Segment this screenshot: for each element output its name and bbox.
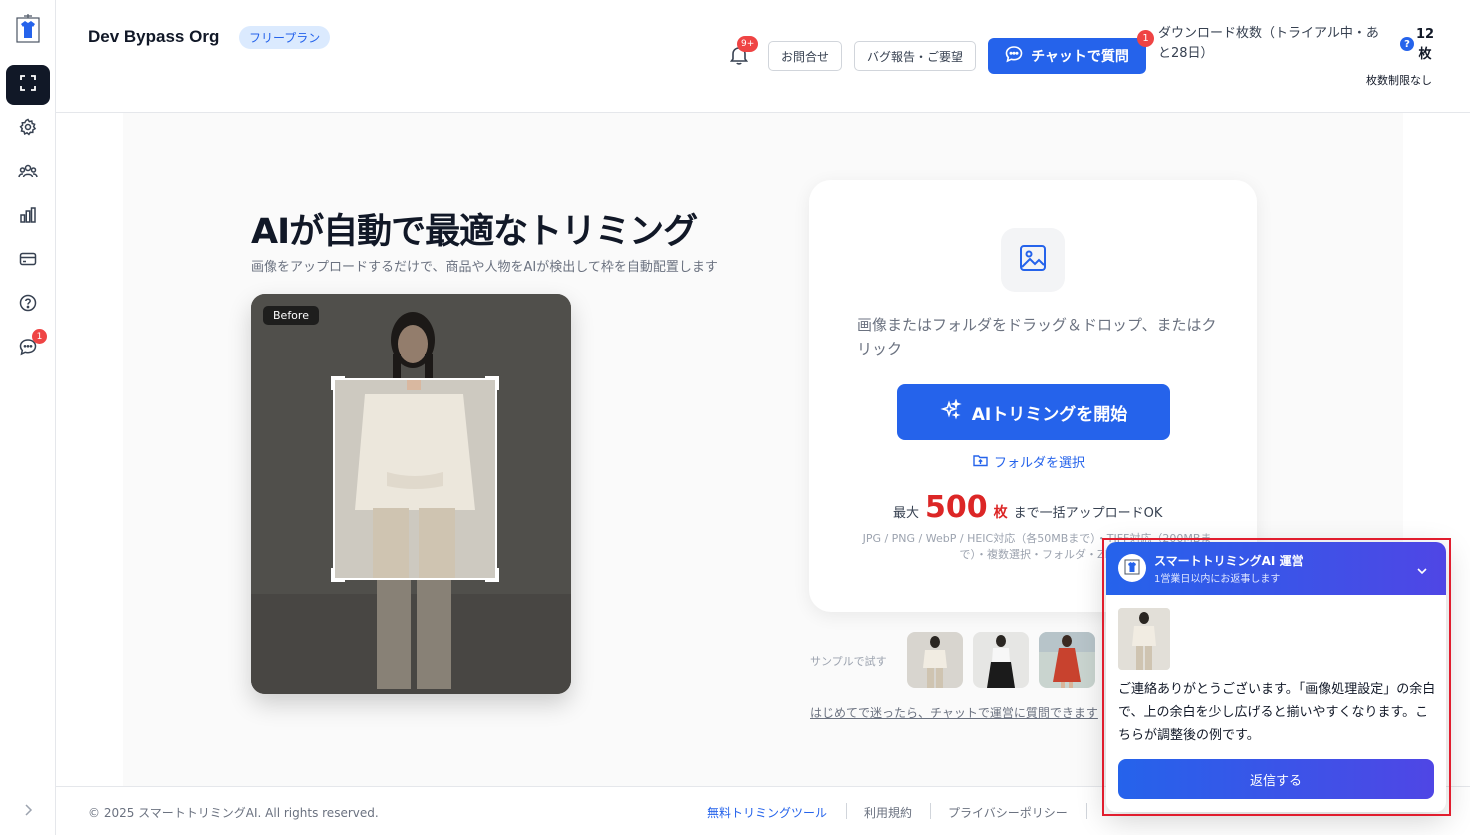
chat-widget-title: スマートトリミングAI 運営 bbox=[1154, 554, 1304, 568]
download-count: 12 枚 bbox=[1416, 25, 1434, 65]
app-logo[interactable] bbox=[14, 12, 42, 44]
chat-question-button[interactable]: チャットで質問 bbox=[988, 38, 1146, 74]
sample-thumbnail-3[interactable] bbox=[1039, 632, 1095, 688]
hero-title: AIが自動で最適なトリミング bbox=[251, 212, 698, 252]
start-trimming-label: AIトリミングを開始 bbox=[971, 404, 1128, 425]
before-preview-image: Before bbox=[251, 294, 571, 694]
upload-limit: 最大 500 枚 まで一括アップロードOK bbox=[893, 490, 1162, 525]
before-tag: Before bbox=[263, 306, 319, 325]
select-folder-link[interactable]: フォルダを選択 bbox=[973, 452, 1085, 471]
footer-divider bbox=[1086, 803, 1087, 819]
first-time-help-link[interactable]: はじめてで迷ったら、チャットで運営に質問できます bbox=[810, 704, 1098, 721]
download-count-unit: 枚 bbox=[1418, 47, 1432, 62]
chat-unread-badge: 1 bbox=[32, 329, 47, 344]
footer-link-terms[interactable]: 利用規約 bbox=[864, 804, 912, 821]
shirt-logo-icon bbox=[1123, 557, 1141, 579]
crop-handle-bottom-right[interactable] bbox=[485, 568, 499, 582]
upload-limit-prefix: 最大 bbox=[893, 506, 920, 521]
select-folder-label: フォルダを選択 bbox=[994, 456, 1086, 471]
chevron-right-icon bbox=[23, 802, 33, 821]
help-icon[interactable]: ? bbox=[1400, 37, 1414, 51]
bug-report-button[interactable]: バグ報告・ご要望 bbox=[854, 41, 976, 71]
sample-thumbnail-2[interactable] bbox=[973, 632, 1029, 688]
header: Dev Bypass Org フリープラン 9+ お問合せ バグ報告・ご要望 チ… bbox=[56, 0, 1470, 113]
sparkles-icon bbox=[940, 397, 962, 426]
crop-frame[interactable] bbox=[333, 378, 497, 580]
dropzone-instructions: 画像またはフォルダをドラッグ＆ドロップ、またはクリック bbox=[857, 316, 1217, 358]
download-count-label: ダウンロード枚数（トライアル中・あと28日） bbox=[1158, 26, 1379, 61]
contact-button[interactable]: お問合せ bbox=[768, 41, 842, 71]
chat-attachment-image[interactable] bbox=[1118, 608, 1170, 670]
sample-label: サンプルで試す bbox=[810, 655, 887, 668]
sidebar-item-billing[interactable] bbox=[6, 241, 50, 281]
sidebar-item-trimming[interactable] bbox=[6, 65, 50, 105]
upload-limit-unit: 枚 bbox=[993, 505, 1008, 521]
gear-icon bbox=[19, 118, 37, 140]
plan-badge: フリープラン bbox=[239, 26, 331, 49]
chat-bubble-icon bbox=[1005, 45, 1023, 67]
copyright: © 2025 スマートトリミングAI. All rights reserved. bbox=[88, 806, 379, 820]
bell-icon bbox=[728, 47, 750, 70]
start-trimming-button[interactable]: AIトリミングを開始 bbox=[897, 384, 1170, 440]
footer-link-free-tool[interactable]: 無料トリミングツール bbox=[707, 804, 827, 821]
crop-handle-top-left[interactable] bbox=[331, 376, 345, 390]
crop-handle-bottom-left[interactable] bbox=[331, 568, 345, 582]
chat-widget-subtitle: 1営業日以内にお返事します bbox=[1154, 574, 1281, 585]
chat-button-badge: 1 bbox=[1137, 30, 1154, 47]
support-chat-widget: スマートトリミングAI 運営 1営業日以内にお返事します ご連絡ありがとうござい… bbox=[1106, 542, 1446, 812]
sidebar-item-help[interactable] bbox=[6, 285, 50, 325]
sidebar-item-settings[interactable] bbox=[6, 109, 50, 149]
users-icon bbox=[18, 162, 38, 184]
folder-upload-icon bbox=[973, 453, 988, 471]
reply-button[interactable]: 返信する bbox=[1118, 759, 1434, 799]
chat-agent-avatar bbox=[1118, 554, 1146, 582]
help-circle-icon bbox=[19, 294, 37, 316]
crop-icon bbox=[19, 74, 37, 96]
chat-widget-header[interactable]: スマートトリミングAI 運営 1営業日以内にお返事します bbox=[1106, 542, 1446, 595]
chat-message: ご連絡ありがとうございます。「画像処理設定」の余白で、上の余白を少し広げると揃い… bbox=[1118, 682, 1436, 743]
card-icon bbox=[19, 250, 37, 272]
download-count-value: 12 bbox=[1416, 27, 1435, 42]
chat-button-label: チャットで質問 bbox=[1031, 49, 1129, 65]
notifications-badge: 9+ bbox=[737, 36, 759, 52]
chevron-down-icon bbox=[1416, 562, 1428, 581]
org-name: Dev Bypass Org bbox=[88, 27, 220, 46]
sidebar-item-team[interactable] bbox=[6, 153, 50, 193]
sample-thumbnail-1[interactable] bbox=[907, 632, 963, 688]
footer-link-privacy[interactable]: プライバシーポリシー bbox=[948, 804, 1068, 821]
sidebar-item-chat[interactable]: 1 bbox=[6, 329, 50, 369]
image-upload-icon-box bbox=[1001, 228, 1065, 292]
upload-limit-count: 500 bbox=[925, 490, 988, 525]
bar-chart-icon bbox=[19, 206, 37, 228]
sidebar-item-analytics[interactable] bbox=[6, 197, 50, 237]
hero-subtitle: 画像をアップロードするだけで、商品や人物をAIが検出して枠を自動配置します bbox=[251, 260, 718, 275]
image-icon bbox=[1018, 243, 1048, 277]
collapse-chat-button[interactable] bbox=[1416, 562, 1428, 575]
footer-divider bbox=[930, 803, 931, 819]
sidebar: 1 bbox=[0, 0, 56, 835]
sidebar-expand-button[interactable] bbox=[18, 801, 38, 821]
download-limit: 枚数制限なし bbox=[1366, 74, 1432, 87]
upload-limit-suffix: まで一括アップロードOK bbox=[1013, 506, 1163, 521]
crop-handle-top-right[interactable] bbox=[485, 376, 499, 390]
footer-divider bbox=[846, 803, 847, 819]
